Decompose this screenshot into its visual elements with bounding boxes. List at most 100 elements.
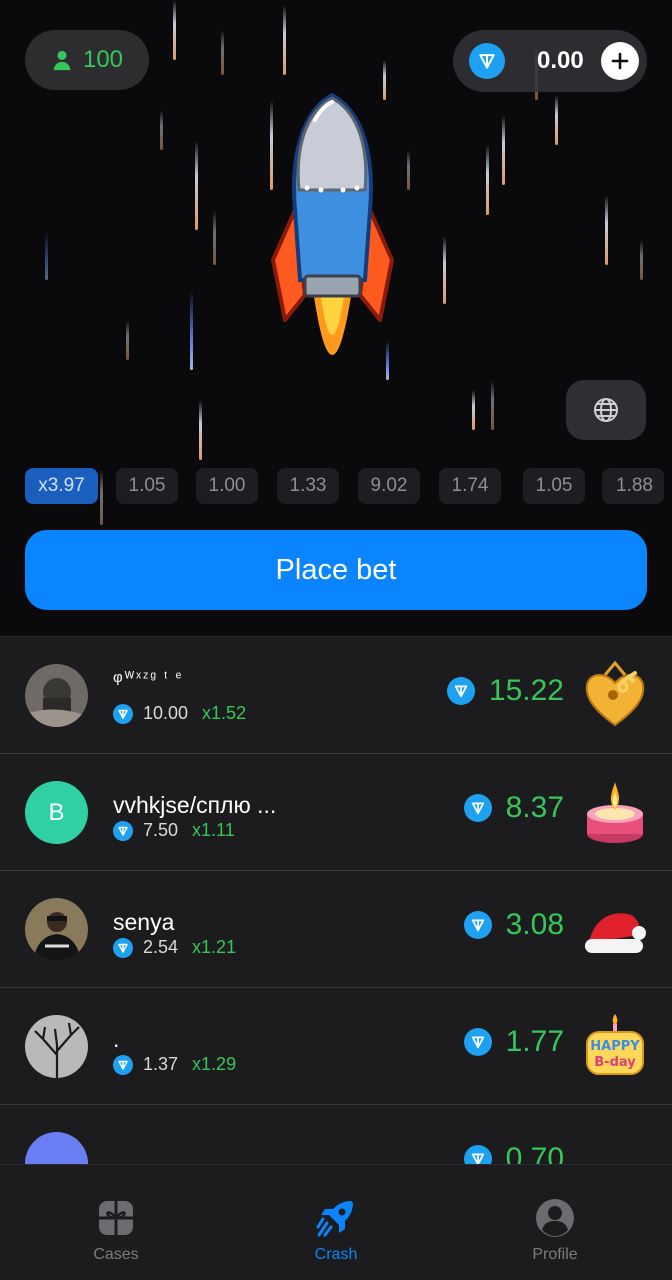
- win-amount: 3.08: [505, 908, 564, 941]
- bet-amount: 2.54: [143, 937, 179, 957]
- star-streak: [173, 0, 176, 60]
- bottom-tab-bar: Cases Crash Profile: [0, 1164, 672, 1280]
- win-amount-group: 8.37: [463, 791, 564, 825]
- win-amount-group: 15.22: [446, 674, 564, 708]
- star-streak: [221, 30, 224, 75]
- multiplier-chip: 1.05: [116, 468, 178, 504]
- list-item: senya 2.54 x1.21 3.08: [0, 871, 672, 988]
- balance-pill[interactable]: 0.00: [453, 30, 647, 92]
- username: .: [113, 1026, 120, 1052]
- crash-game-area: 100 0.00 x3.97 1.05 1.00 1.33 9.02 1.74 …: [0, 0, 672, 636]
- multiplier-chip: 1.74: [439, 468, 501, 504]
- svg-text:HAPPY: HAPPY: [590, 1039, 640, 1054]
- ton-icon: [463, 1028, 492, 1056]
- bet-info: 1.37 x1.29: [113, 1054, 236, 1075]
- star-streak: [199, 400, 202, 460]
- cashout-multiplier: x1.52: [202, 703, 247, 723]
- user-icon: [53, 50, 71, 71]
- username: senya: [113, 909, 175, 935]
- bet-amount: 10.00: [143, 703, 189, 723]
- globe-icon: [594, 398, 618, 422]
- bets-list[interactable]: φᵂˣᶻᵍ ᵗ ᵉ 10.00 x1.52 15.22 B vvhkjse/сп…: [0, 636, 672, 1164]
- avatar: [25, 664, 88, 727]
- ton-icon: [446, 677, 475, 705]
- bet-amount: 7.50: [143, 820, 179, 840]
- win-amount: 8.37: [505, 791, 564, 824]
- list-item: . 1.37 x1.29 1.77 HAPPY B-day: [0, 988, 672, 1105]
- star-streak: [472, 390, 475, 430]
- add-funds-button[interactable]: [601, 42, 639, 80]
- multiplier-chip: x3.97: [25, 468, 98, 504]
- golden-heart-lock-icon: [585, 661, 645, 727]
- avatar: [25, 898, 88, 961]
- star-streak: [45, 230, 48, 280]
- multiplier-chip: 1.00: [196, 468, 258, 504]
- list-item: 0.70: [0, 1105, 672, 1164]
- ton-icon: [463, 1145, 492, 1164]
- star-streak: [555, 95, 558, 145]
- profile-icon: [536, 1199, 574, 1237]
- star-streak: [486, 145, 489, 215]
- multiplier-chip: 1.05: [523, 468, 585, 504]
- win-amount-group: 1.77: [463, 1025, 564, 1059]
- star-streak: [502, 115, 505, 185]
- online-count: 100: [82, 46, 124, 73]
- username: vvhkjse/сплю ...: [113, 792, 277, 818]
- star-streak: [190, 290, 193, 370]
- avatar: [25, 1132, 88, 1164]
- star-streak: [605, 195, 608, 265]
- cashout-multiplier: x1.29: [192, 1054, 237, 1074]
- tab-crash[interactable]: Crash: [246, 1165, 426, 1280]
- svg-text:B-day: B-day: [594, 1055, 636, 1070]
- bet-info: 10.00 x1.52: [113, 703, 246, 724]
- star-streak: [283, 5, 286, 75]
- place-bet-button[interactable]: Place bet: [25, 530, 647, 610]
- cashout-multiplier: x1.21: [192, 937, 237, 957]
- multiplier-chip: 1.88: [602, 468, 664, 504]
- avatar: B: [25, 781, 88, 844]
- star-streak: [160, 110, 163, 150]
- star-streak: [640, 240, 643, 280]
- cashout-multiplier: x1.11: [192, 820, 235, 840]
- star-streak: [195, 140, 198, 230]
- bet-info: 2.54 x1.21: [113, 937, 236, 958]
- star-streak: [126, 320, 129, 360]
- tab-label: Crash: [314, 1246, 358, 1263]
- tab-label: Profile: [532, 1246, 578, 1263]
- win-amount-group: 3.08: [463, 908, 564, 942]
- tab-profile[interactable]: Profile: [465, 1165, 645, 1280]
- plus-icon: [611, 52, 629, 70]
- star-streak: [213, 210, 216, 265]
- santa-hat-icon: [585, 913, 646, 953]
- multiplier-chip: 9.02: [358, 468, 420, 504]
- bet-amount: 1.37: [143, 1054, 179, 1074]
- win-amount: 1.77: [505, 1025, 564, 1058]
- win-amount: 0.70: [505, 1142, 564, 1164]
- online-count-pill: 100: [25, 30, 149, 90]
- win-amount-group: 0.70: [463, 1142, 564, 1164]
- star-streak: [491, 380, 494, 430]
- multiplier-chip: 1.33: [277, 468, 339, 504]
- multiplier-history: x3.97 1.05 1.00 1.33 9.02 1.74 1.05 1.88: [25, 468, 672, 504]
- list-item: B vvhkjse/сплю ... 7.50 x1.11 8.37: [0, 754, 672, 871]
- language-button[interactable]: [566, 380, 646, 440]
- ton-icon: [113, 703, 133, 724]
- list-item: φᵂˣᶻᵍ ᵗ ᵉ 10.00 x1.52 15.22: [0, 637, 672, 754]
- ton-icon: [463, 794, 492, 822]
- happy-bday-icon: HAPPY B-day: [586, 1014, 644, 1075]
- balance-amount: 0.00: [537, 47, 584, 74]
- rocket-icon: [316, 1201, 353, 1237]
- bet-info: 7.50 x1.11: [113, 820, 235, 841]
- rocket-illustration: [271, 92, 394, 355]
- win-amount: 15.22: [488, 674, 564, 707]
- star-streak: [407, 150, 410, 190]
- star-streak: [443, 236, 446, 304]
- gift-box-icon: [99, 1201, 133, 1235]
- tab-label: Cases: [93, 1246, 139, 1263]
- candle-icon: [587, 782, 643, 843]
- username: φᵂˣᶻᵍ ᵗ ᵉ: [113, 669, 184, 686]
- tab-cases[interactable]: Cases: [26, 1165, 206, 1280]
- ton-icon: [113, 937, 133, 958]
- ton-icon: [113, 1054, 133, 1075]
- ton-icon: [469, 43, 505, 79]
